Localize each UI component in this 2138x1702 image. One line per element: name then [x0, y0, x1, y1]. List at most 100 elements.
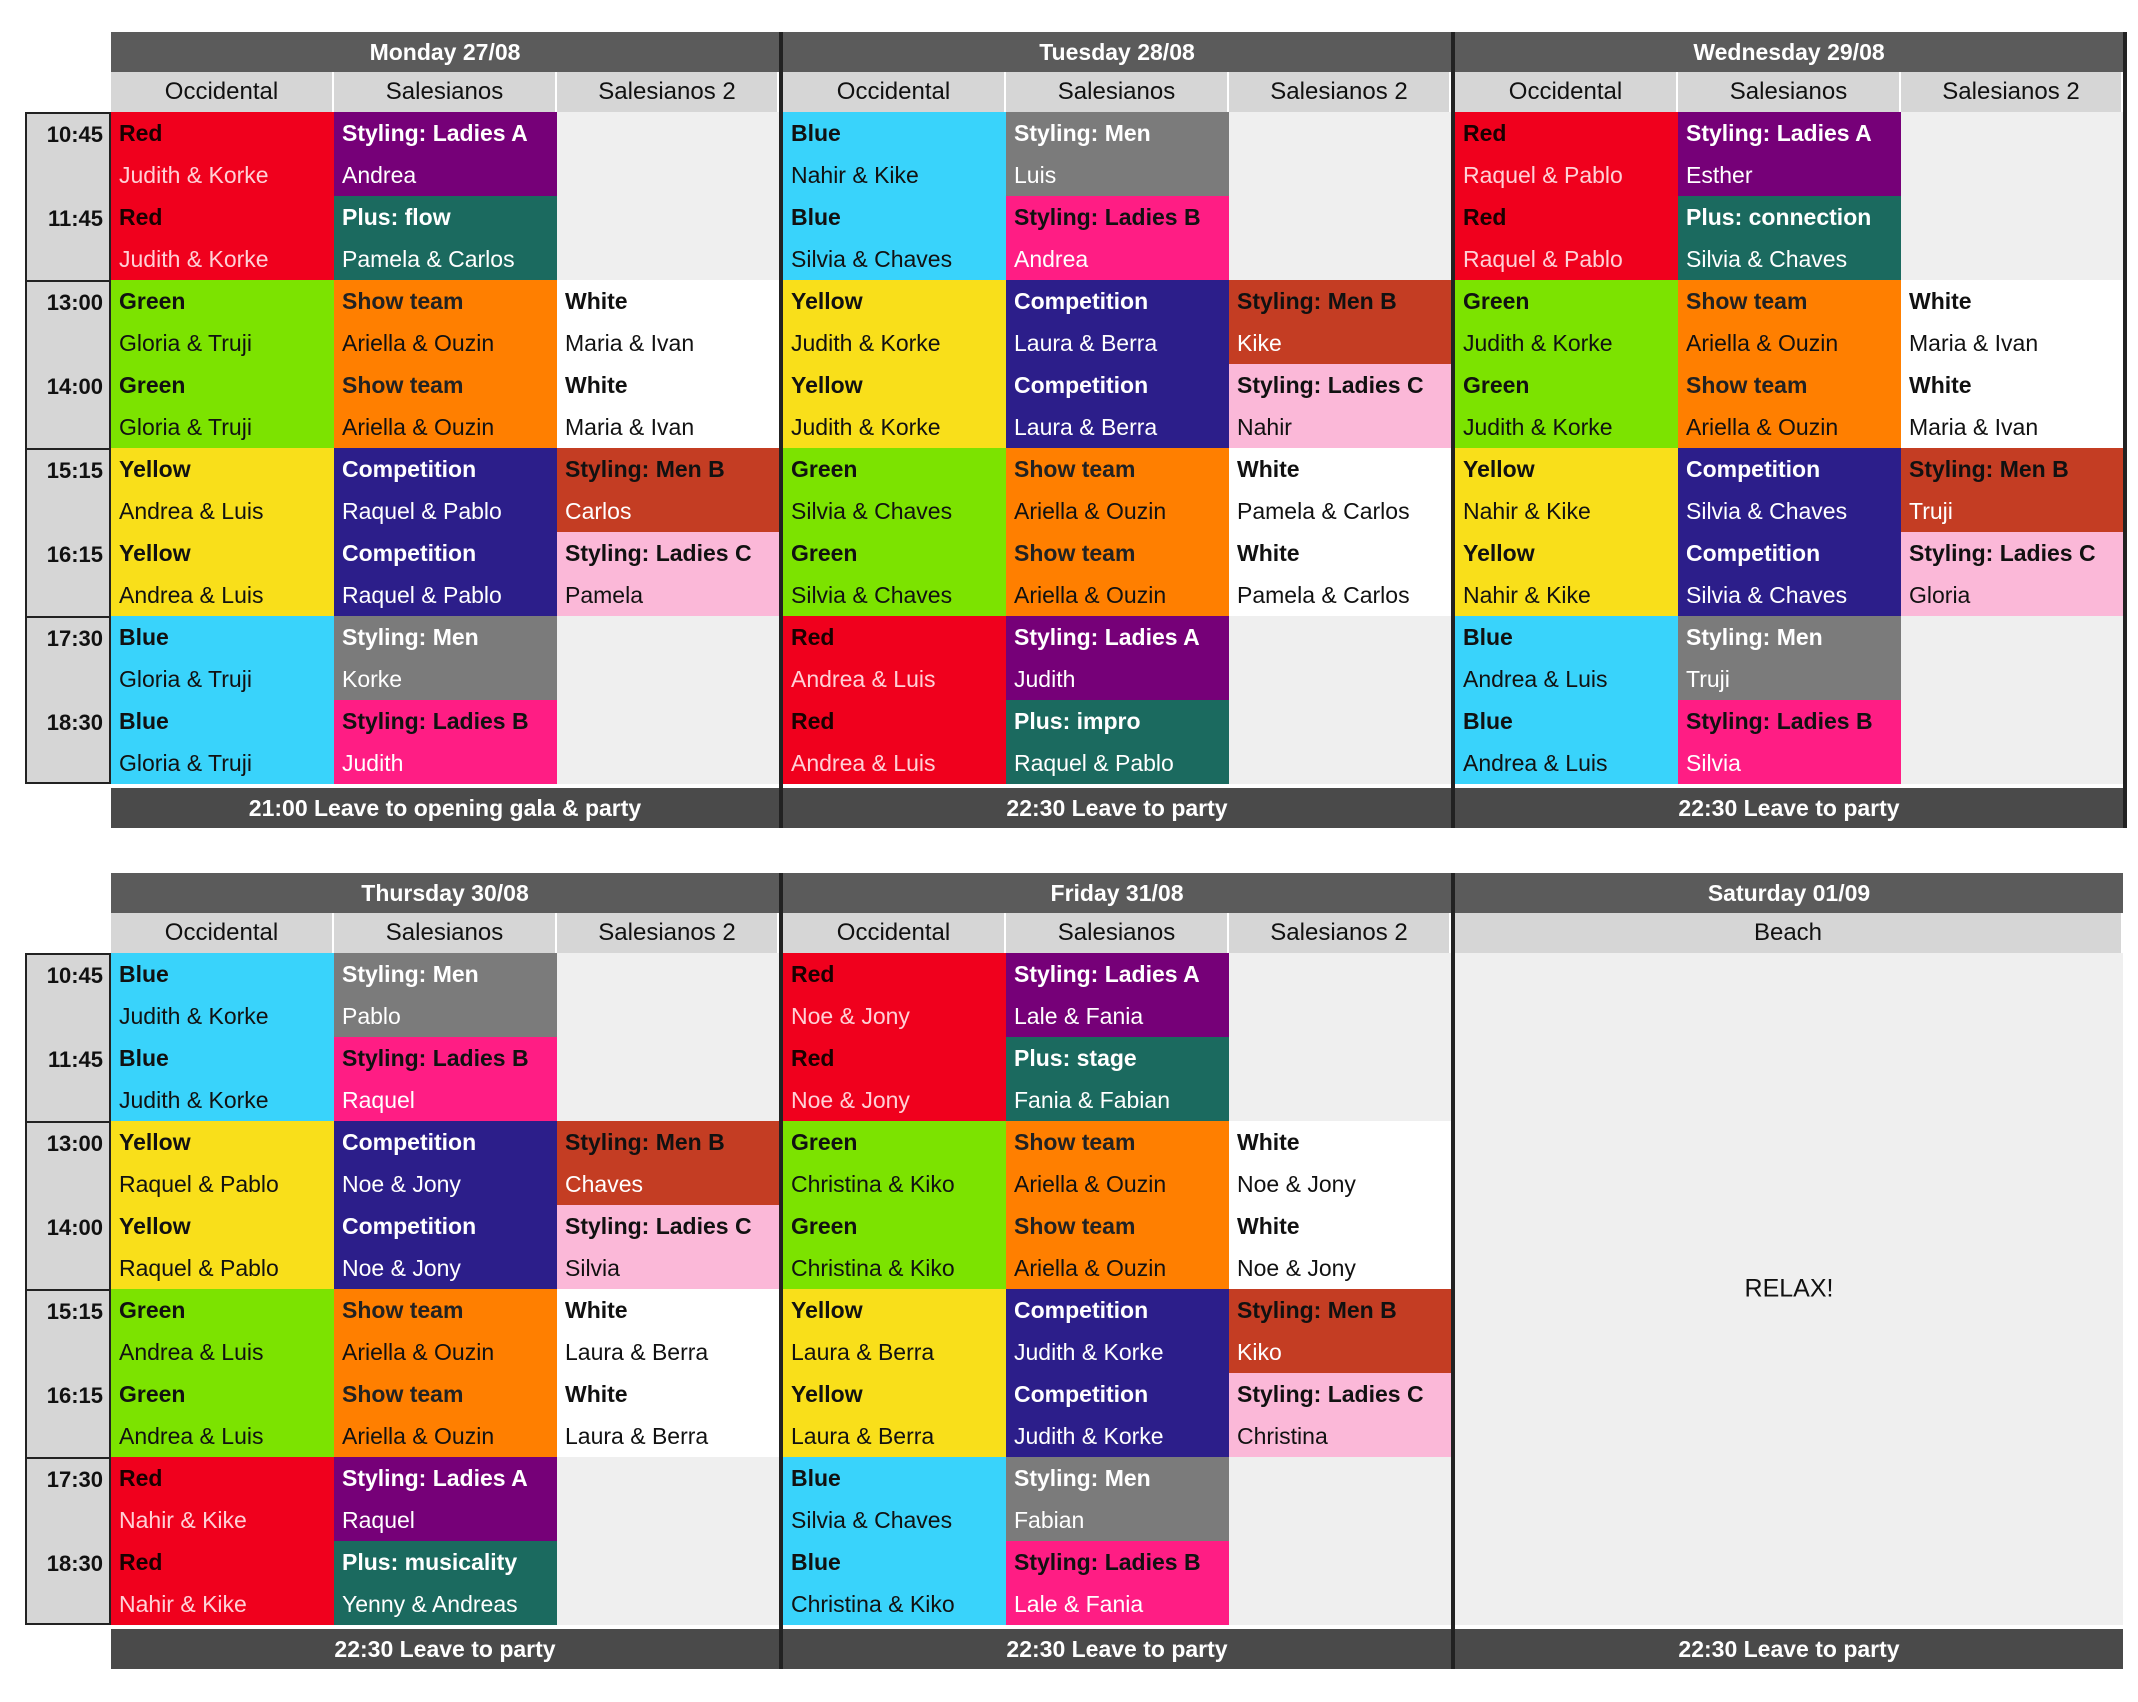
class-title: Plus: impro	[1014, 708, 1141, 734]
time-label: 15:15	[46, 1299, 103, 1324]
class-title: Red	[119, 204, 163, 230]
class-cell: Plus: musicality Yenny & Andreas	[334, 1541, 557, 1625]
time-label: 17:30	[46, 1467, 103, 1492]
class-people: Fania & Fabian	[1014, 1087, 1170, 1113]
class-cell: Styling: Ladies A Andrea	[334, 112, 557, 196]
class-people: Raquel & Pablo	[342, 498, 502, 524]
class-cell: Styling: Men B Chaves	[557, 1121, 779, 1205]
day-separator	[2123, 32, 2127, 828]
class-people: Gloria	[1909, 582, 1971, 608]
class-cell: Show team Ariella & Ouzin	[1006, 532, 1229, 616]
empty-cell	[1229, 112, 1451, 196]
class-cell: Styling: Ladies C Pamela	[557, 532, 779, 616]
day-footer: 22:30 Leave to party	[111, 1629, 779, 1669]
class-cell: Styling: Ladies A Lale & Fania	[1006, 953, 1229, 1037]
empty-cell	[1229, 616, 1451, 700]
class-cell: Green Gloria & Truji	[111, 364, 334, 448]
class-title: Blue	[791, 120, 841, 146]
relax-text: RELAX!	[1744, 1274, 1834, 1303]
class-title: Show team	[342, 1297, 464, 1323]
class-people: Raquel & Pablo	[342, 582, 502, 608]
class-people: Silvia & Chaves	[791, 498, 953, 524]
class-cell: Competition Raquel & Pablo	[334, 532, 557, 616]
class-cell: White Maria & Ivan	[557, 364, 779, 448]
class-cell: Styling: Ladies B Silvia	[1678, 700, 1901, 784]
class-cell: Plus: stage Fania & Fabian	[1006, 1037, 1229, 1121]
class-title: Styling: Ladies A	[342, 120, 528, 146]
class-title: Green	[1463, 372, 1530, 398]
class-people: Andrea	[342, 162, 417, 188]
class-title: Styling: Men B	[565, 1129, 725, 1155]
class-people: Andrea & Luis	[1463, 750, 1608, 776]
venue-header: Salesianos 2	[1901, 72, 2123, 112]
time-group-divider	[27, 1457, 109, 1459]
empty-cell	[557, 1541, 779, 1625]
class-people: Judith	[1014, 666, 1076, 692]
class-cell: Yellow Nahir & Kike	[1455, 532, 1678, 616]
class-title: Yellow	[119, 540, 191, 566]
class-title: Styling: Men	[1014, 1465, 1151, 1491]
class-people: Laura & Berra	[1014, 414, 1158, 440]
time-label: 13:00	[46, 290, 103, 315]
class-title: Blue	[1463, 624, 1513, 650]
class-title: Styling: Men B	[1909, 456, 2069, 482]
class-people: Andrea & Luis	[119, 498, 264, 524]
class-people: Ariella & Ouzin	[1686, 414, 1839, 440]
class-cell: Yellow Andrea & Luis	[111, 532, 334, 616]
class-people: Andrea & Luis	[791, 666, 936, 692]
class-cell: Styling: Ladies B Judith	[334, 700, 557, 784]
time-label: 14:00	[46, 374, 103, 399]
class-title: Styling: Men	[342, 961, 479, 987]
class-cell: Show team Ariella & Ouzin	[1006, 448, 1229, 532]
class-cell: Yellow Judith & Korke	[783, 280, 1006, 364]
class-cell: Styling: Ladies B Lale & Fania	[1006, 1541, 1229, 1625]
class-cell: Styling: Ladies C Christina	[1229, 1373, 1451, 1457]
class-cell: Styling: Ladies B Andrea	[1006, 196, 1229, 280]
class-cell: Show team Ariella & Ouzin	[1678, 364, 1901, 448]
time-label: 11:45	[47, 206, 103, 231]
class-title: Red	[791, 624, 835, 650]
class-cell: Green Andrea & Luis	[111, 1373, 334, 1457]
class-people: Ariella & Ouzin	[342, 1339, 495, 1365]
class-people: Gloria & Truji	[119, 666, 252, 692]
class-people: Silvia & Chaves	[791, 582, 953, 608]
class-people: Nahir & Kike	[791, 162, 919, 188]
day-header: Monday 27/08	[111, 32, 779, 72]
class-title: Styling: Men	[1014, 120, 1151, 146]
class-cell: Green Gloria & Truji	[111, 280, 334, 364]
class-cell: Green Andrea & Luis	[111, 1289, 334, 1373]
class-cell: Blue Judith & Korke	[111, 1037, 334, 1121]
class-title: White	[1237, 1129, 1300, 1155]
class-people: Judith & Korke	[119, 1003, 269, 1029]
class-people: Laura & Berra	[791, 1423, 935, 1449]
class-cell: Yellow Raquel & Pablo	[111, 1121, 334, 1205]
class-cell: Competition Judith & Korke	[1006, 1373, 1229, 1457]
class-title: Yellow	[119, 1213, 191, 1239]
class-title: Styling: Ladies B	[342, 1045, 529, 1071]
class-cell: Red Noe & Jony	[783, 953, 1006, 1037]
class-people: Ariella & Ouzin	[1686, 330, 1839, 356]
class-cell: Show team Ariella & Ouzin	[334, 280, 557, 364]
class-cell: Yellow Laura & Berra	[783, 1373, 1006, 1457]
time-label: 15:15	[46, 458, 103, 483]
class-cell: Green Judith & Korke	[1455, 364, 1678, 448]
class-people: Pamela & Carlos	[1237, 498, 1410, 524]
class-title: Red	[791, 708, 835, 734]
empty-cell	[557, 112, 779, 196]
class-people: Andrea	[1014, 246, 1089, 272]
class-cell: White Maria & Ivan	[1901, 364, 2123, 448]
class-people: Noe & Jony	[342, 1171, 461, 1197]
class-people: Judith	[342, 750, 404, 776]
class-people: Ariella & Ouzin	[1014, 1255, 1167, 1281]
empty-cell	[1901, 112, 2123, 196]
time-label: 11:45	[47, 1047, 103, 1072]
class-people: Silvia	[1686, 750, 1741, 776]
class-cell: Blue Silvia & Chaves	[783, 1457, 1006, 1541]
class-people: Christina & Kiko	[791, 1171, 955, 1197]
venue-header: Occidental	[111, 913, 334, 953]
class-title: Styling: Ladies A	[1014, 624, 1200, 650]
class-people: Noe & Jony	[791, 1087, 910, 1113]
class-title: Plus: musicality	[342, 1549, 518, 1575]
class-title: Red	[119, 1549, 163, 1575]
class-people: Nahir & Kike	[119, 1507, 247, 1533]
